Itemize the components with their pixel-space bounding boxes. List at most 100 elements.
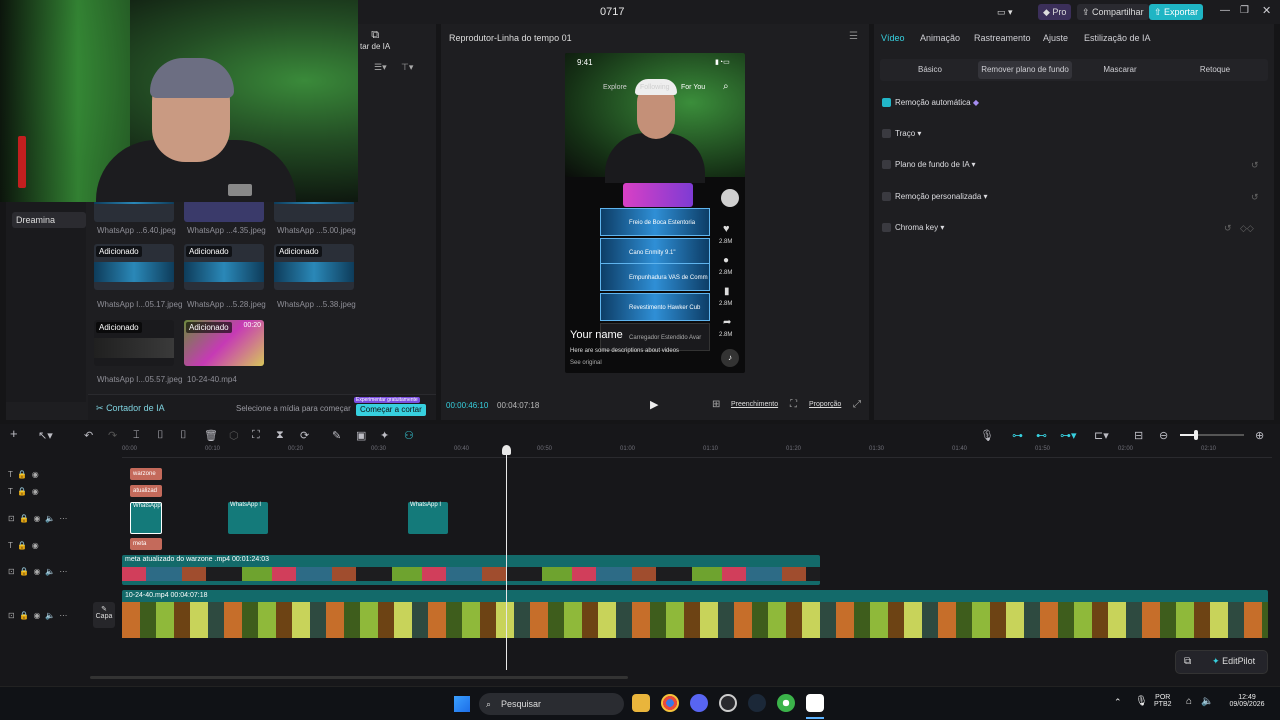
crop-icon[interactable]: ⛶ <box>252 429 260 442</box>
subtab-retouch[interactable]: Retoque <box>1179 61 1251 79</box>
microphone-icon[interactable]: 🎙 <box>980 429 994 442</box>
preview-axis-icon[interactable]: ⊏▾ <box>1094 429 1109 442</box>
track-controls[interactable]: ⊡ 🔒 ◉ 🔈 ⋯ <box>8 611 67 620</box>
pen-icon[interactable]: ✎ <box>332 429 341 442</box>
rotate-icon[interactable]: ⟳ <box>300 429 309 442</box>
track-controls[interactable]: T 🔒 ◉ <box>8 487 39 496</box>
tab-ai-styling[interactable]: Estilização de IA <box>1084 33 1151 43</box>
subtab-mask[interactable]: Mascarar <box>1084 61 1156 79</box>
zoom-out-icon[interactable]: ⊖ <box>1159 429 1168 442</box>
close-icon[interactable]: ✕ <box>1262 4 1271 17</box>
snap-icon[interactable]: ⊶▾ <box>1060 429 1077 442</box>
start-cut-button[interactable]: Começar a cortar <box>356 404 426 416</box>
tab-video[interactable]: Vídeo <box>881 33 905 43</box>
chrome-icon[interactable] <box>661 694 679 712</box>
media-thumb[interactable] <box>94 200 174 222</box>
zoom-in-icon[interactable]: ⊕ <box>1255 429 1264 442</box>
checkbox[interactable] <box>882 129 891 138</box>
filter-icon[interactable]: ⊤▾ <box>401 62 413 73</box>
magic-icon[interactable]: ✦ <box>380 429 389 442</box>
video-clip-meta[interactable]: meta atualizado do warzone .mp4 00:01:24… <box>122 555 820 585</box>
add-icon[interactable]: + <box>10 426 18 441</box>
ratio-button[interactable]: Proporção <box>809 401 841 408</box>
caption-icon[interactable]: ▣ <box>356 429 366 442</box>
caption-track-icon[interactable]: ⊟ <box>1134 429 1143 442</box>
zoom-handle[interactable] <box>1194 430 1198 440</box>
playhead[interactable] <box>506 446 507 670</box>
editpilot-button[interactable]: ✦ EditPilot <box>1212 656 1255 667</box>
browser-icon[interactable] <box>777 694 795 712</box>
menu-icon[interactable]: ☰ <box>849 31 858 42</box>
play-button[interactable]: ▶ <box>650 398 658 411</box>
capcut-icon[interactable] <box>806 694 824 712</box>
fill-button[interactable]: Preenchimento <box>731 401 778 408</box>
split-left-icon[interactable]: ⌷ <box>157 429 164 442</box>
tab-animation[interactable]: Animação <box>920 33 960 43</box>
reset-icon[interactable]: ↺ <box>1251 192 1259 203</box>
magnet-icon[interactable]: ⊷ <box>1036 429 1047 442</box>
obs-icon[interactable] <box>719 694 737 712</box>
link-icon[interactable]: ⊶ <box>1012 429 1023 442</box>
zoom-slider[interactable] <box>1180 430 1244 440</box>
subtab-basic[interactable]: Básico <box>894 61 966 79</box>
video-clip-main[interactable]: 10-24-40.mp4 00:04:07:18 <box>122 590 1268 638</box>
track-controls[interactable]: ⊡ 🔒 ◉ 🔈 ⋯ <box>8 514 67 523</box>
media-thumb[interactable] <box>184 200 264 222</box>
taskbar-search[interactable]: ⌕ Pesquisar <box>479 693 624 715</box>
language-indicator[interactable]: POR PTB2 <box>1154 694 1172 708</box>
image-clip[interactable]: WhatsApp I <box>408 502 448 534</box>
minimize-icon[interactable]: — <box>1220 5 1230 16</box>
maximize-icon[interactable]: ❐ <box>1240 5 1249 16</box>
network-icon[interactable]: ⌂ <box>1186 696 1192 707</box>
video-preview[interactable]: 9:41 ▮◔▭ Explore Following For You ⌕ Fre… <box>565 53 745 373</box>
text-clip[interactable]: warzone <box>130 468 162 480</box>
microphone-icon[interactable]: 🎙 <box>1135 696 1148 707</box>
undo-icon[interactable]: ↶ <box>84 429 93 442</box>
reset-icon[interactable]: ↺ <box>1224 223 1232 234</box>
cover-button[interactable]: ✎ Capa <box>93 602 115 628</box>
ai-cutter-tab[interactable]: ⧉ tar de IA <box>360 29 390 51</box>
volume-icon[interactable]: 🔈 <box>1201 696 1213 707</box>
reset-icon[interactable]: ↺ <box>1251 160 1259 171</box>
media-thumb[interactable] <box>274 200 354 222</box>
list-view-icon[interactable]: ☰▾ <box>374 62 387 73</box>
horizontal-scrollbar[interactable] <box>90 676 628 679</box>
split-right-icon[interactable]: ⌷ <box>180 429 187 442</box>
track-controls[interactable]: T 🔒 ◉ <box>8 470 39 479</box>
mirror-icon[interactable]: ⧗ <box>276 429 284 442</box>
discord-icon[interactable] <box>690 694 708 712</box>
shield-icon[interactable]: ⬡ <box>229 429 239 442</box>
timeline-ruler[interactable]: 00:00 00:10 00:20 00:30 00:40 00:50 01:0… <box>122 446 1272 458</box>
editpilot-toggle-icon[interactable]: ⧉ <box>1184 656 1191 667</box>
media-thumb[interactable]: Adicionado <box>94 244 174 290</box>
split-icon[interactable]: ⌶ <box>133 429 140 442</box>
keyframe-icon[interactable]: ◇◇ <box>1240 223 1254 234</box>
tab-adjust[interactable]: Ajuste <box>1043 33 1068 43</box>
pro-badge[interactable]: ◆ Pro <box>1038 4 1072 20</box>
checkbox[interactable] <box>882 223 891 232</box>
image-clip[interactable]: WhatsApp <box>130 502 162 534</box>
steam-icon[interactable] <box>748 694 766 712</box>
clock[interactable]: 12:49 09/09/2026 <box>1220 694 1274 708</box>
person-cutout-icon[interactable]: ⚇ <box>404 429 414 442</box>
share-button[interactable]: ⇪ Compartilhar <box>1077 4 1149 20</box>
media-thumb[interactable]: Adicionado <box>184 244 264 290</box>
text-clip[interactable]: atualizad <box>130 485 162 497</box>
subtab-remove-bg[interactable]: Remover plano de fundo <box>978 61 1072 79</box>
fullscreen-icon[interactable]: ⤢ <box>853 399 861 410</box>
crop-icon[interactable]: ⛶ <box>790 399 797 410</box>
track-controls[interactable]: ⊡ 🔒 ◉ 🔈 ⋯ <box>8 567 67 576</box>
media-thumb[interactable]: Adicionado <box>94 320 174 366</box>
playhead-handle[interactable] <box>502 445 511 455</box>
redo-icon[interactable]: ↷ <box>108 429 117 442</box>
layout-icon[interactable]: ▭ ▾ <box>992 4 1018 20</box>
checkbox-checked[interactable] <box>882 98 891 107</box>
file-explorer-icon[interactable] <box>632 694 650 712</box>
export-button[interactable]: ⇧ Exportar <box>1149 4 1204 20</box>
fill-icon[interactable]: ⊞ <box>712 399 720 410</box>
checkbox[interactable] <box>882 160 891 169</box>
delete-icon[interactable]: 🗑 <box>204 429 218 442</box>
tab-tracking[interactable]: Rastreamento <box>974 33 1031 43</box>
windows-start-icon[interactable] <box>454 696 470 712</box>
media-thumb-video[interactable]: Adicionado 00:20 <box>184 320 264 366</box>
